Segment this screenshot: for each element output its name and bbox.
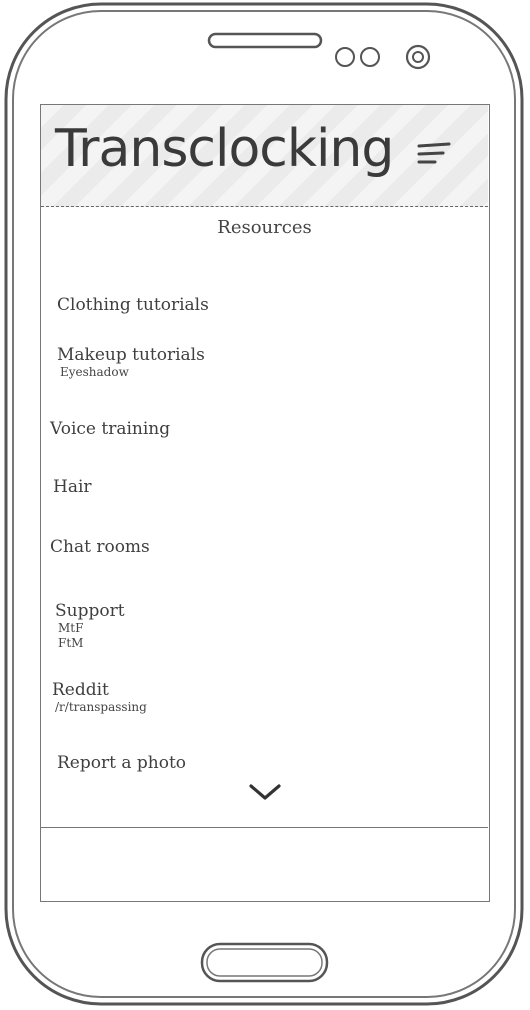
menu-item-voice-training[interactable]: Voice training (50, 419, 170, 439)
footer-divider (41, 827, 488, 828)
menu-item-label: Reddit (52, 680, 109, 700)
app-title: Transclocking (55, 119, 394, 179)
app-screen: Transclocking Resources Clothing tutoria… (40, 104, 490, 902)
home-button[interactable] (200, 942, 329, 983)
menu-item-hair[interactable]: Hair (53, 477, 92, 497)
menu-item-label: Makeup tutorials (57, 345, 205, 365)
menu-item-label: Chat rooms (50, 537, 150, 557)
menu-item-reddit[interactable]: Reddit /r/transpassing (52, 680, 147, 715)
submenu-item-mtf[interactable]: MtF (58, 621, 125, 636)
chevron-down-icon[interactable] (247, 781, 283, 803)
section-title: Resources (217, 217, 312, 238)
menu-item-support[interactable]: Support MtF FtM (55, 601, 125, 651)
menu-item-label: Voice training (50, 419, 171, 439)
submenu-item-eyeshadow[interactable]: Eyeshadow (60, 365, 205, 380)
menu-item-label: Hair (53, 477, 92, 497)
submenu-item-ftm[interactable]: FtM (58, 636, 125, 651)
hamburger-menu-icon[interactable] (417, 141, 451, 167)
menu-item-clothing-tutorials[interactable]: Clothing tutorials (57, 295, 209, 315)
menu-item-makeup-tutorials[interactable]: Makeup tutorials Eyeshadow (57, 345, 205, 380)
menu-item-label: Clothing tutorials (57, 295, 209, 315)
submenu-item-transpassing[interactable]: /r/transpassing (55, 700, 147, 715)
app-header: Transclocking (41, 105, 488, 207)
menu-item-chat-rooms[interactable]: Chat rooms (50, 537, 150, 557)
menu-item-report-a-photo[interactable]: Report a photo (57, 753, 186, 773)
menu-item-label: Support (55, 601, 125, 621)
speaker-icon (207, 32, 323, 49)
menu-item-label: Report a photo (57, 753, 187, 773)
